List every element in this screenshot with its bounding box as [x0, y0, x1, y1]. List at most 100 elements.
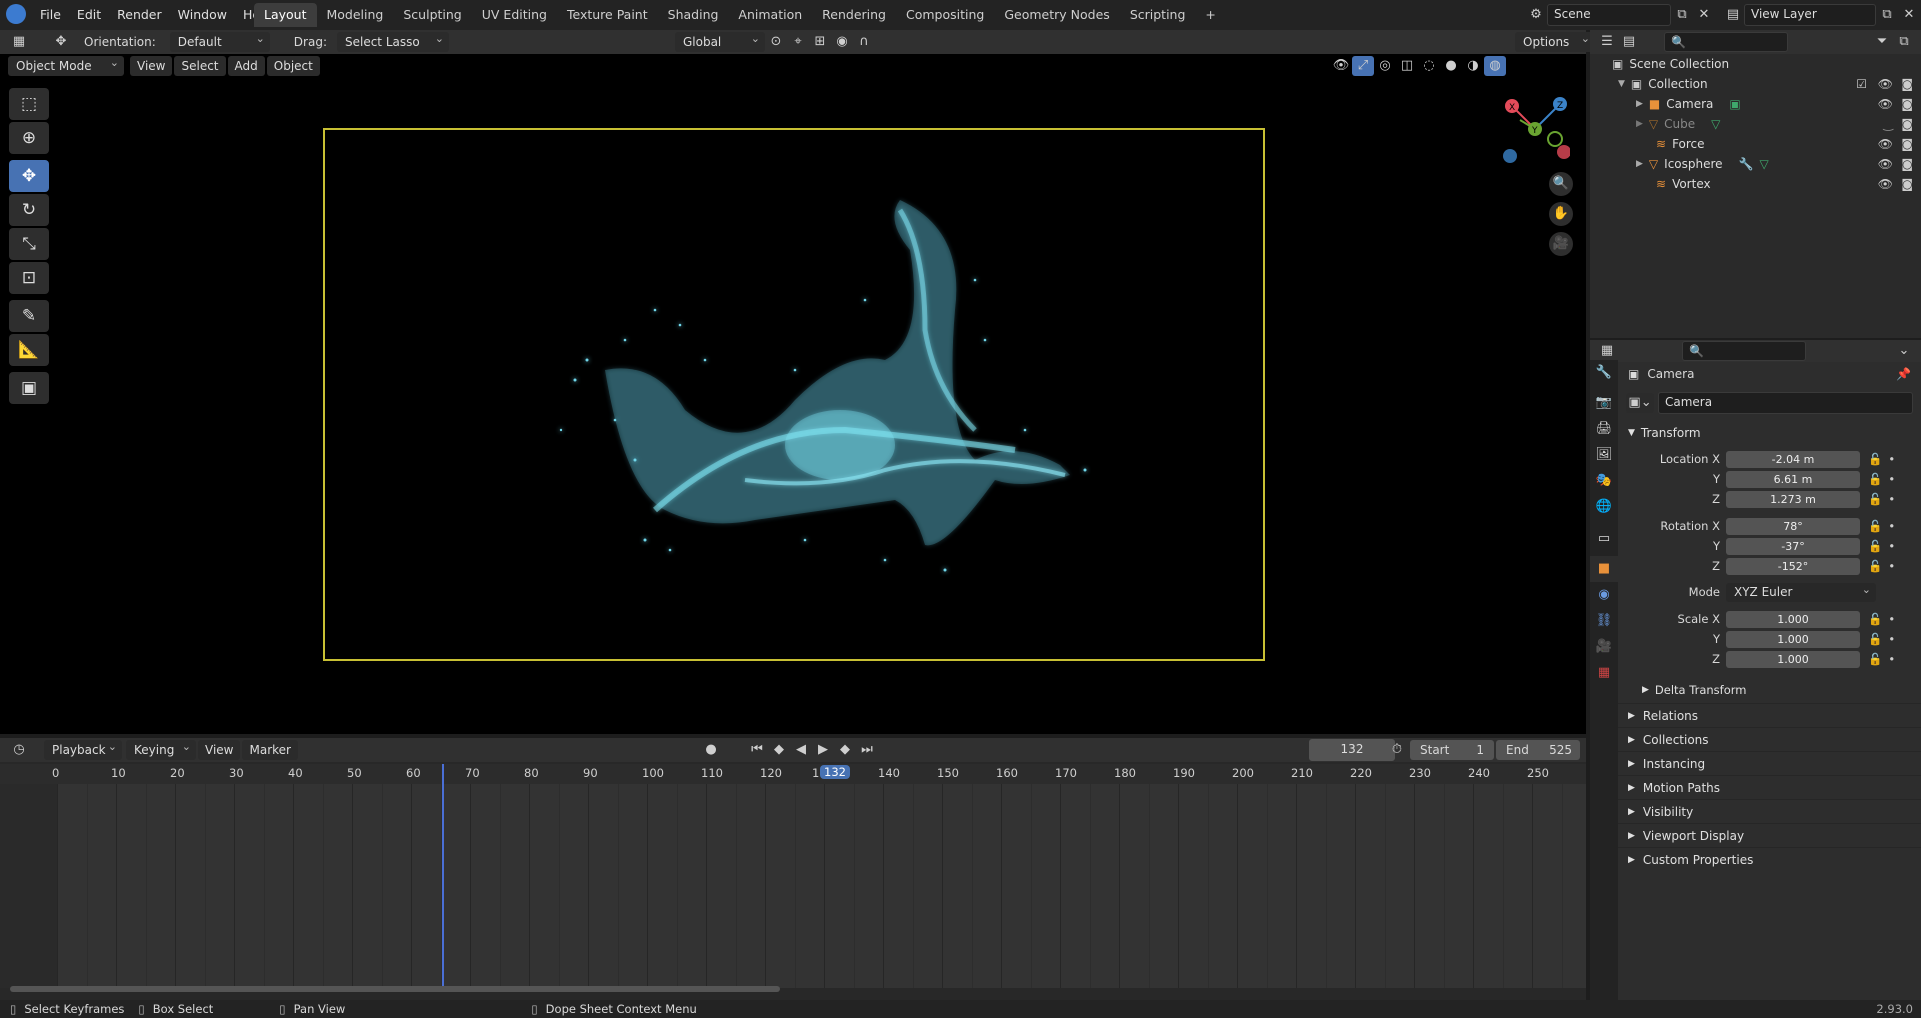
- timeline-scrollbar[interactable]: [10, 986, 780, 992]
- collection-row[interactable]: ▼ ▣ Collection ☑ 👁 ◙: [1590, 74, 1921, 94]
- select-tool-icon[interactable]: ⬚: [9, 88, 49, 120]
- keyframe-dot-icon[interactable]: •: [1888, 610, 1895, 629]
- keyframe-dot-icon[interactable]: •: [1888, 470, 1895, 489]
- xray-icon[interactable]: ◫: [1396, 56, 1418, 76]
- tab-geometry-nodes[interactable]: Geometry Nodes: [994, 3, 1119, 27]
- rotation-z-field[interactable]: -152°: [1726, 558, 1860, 575]
- camera-view-icon[interactable]: 🎥: [1549, 232, 1573, 256]
- expand-arrow-icon[interactable]: ▶: [1636, 114, 1643, 134]
- navigation-gizmo[interactable]: X Z Y: [1500, 94, 1571, 164]
- visibility-eye-icon[interactable]: 👁: [1878, 74, 1893, 94]
- playback-menu[interactable]: Playback: [44, 737, 122, 760]
- wireframe-shading-icon[interactable]: ◌: [1418, 56, 1440, 76]
- current-frame-marker[interactable]: 132: [820, 765, 850, 779]
- expand-arrow-icon[interactable]: ▶: [1636, 94, 1643, 114]
- physics-tab-icon[interactable]: ◉: [1590, 582, 1618, 608]
- expand-arrow-icon[interactable]: ▶: [1636, 154, 1643, 174]
- rendered-shading-icon[interactable]: ◍: [1484, 56, 1506, 76]
- properties-editor-icon[interactable]: ▦: [1596, 341, 1618, 361]
- delete-scene-icon[interactable]: ✕: [1693, 5, 1715, 25]
- rotation-mode-dropdown[interactable]: XYZ Euler: [1726, 580, 1876, 602]
- location-z-field[interactable]: 1.273 m: [1726, 491, 1860, 508]
- current-frame-field[interactable]: 132: [1309, 739, 1395, 761]
- tab-texture-paint[interactable]: Texture Paint: [557, 3, 658, 27]
- timeline-view-menu[interactable]: View: [198, 740, 241, 760]
- keyframe-dot-icon[interactable]: •: [1888, 490, 1895, 509]
- render-tab-icon[interactable]: 📷: [1590, 390, 1618, 416]
- lock-icon[interactable]: 🔓: [1868, 450, 1882, 469]
- view-layer-icon[interactable]: ▤: [1722, 5, 1744, 25]
- dope-sheet-area[interactable]: [57, 784, 1622, 988]
- snap-target-icon[interactable]: ⊞: [809, 32, 831, 52]
- render-camera-icon[interactable]: ◙: [1901, 174, 1913, 194]
- constraints-tab-icon[interactable]: ⛓: [1590, 608, 1618, 634]
- tab-scripting[interactable]: Scripting: [1120, 3, 1196, 27]
- new-view-layer-icon[interactable]: ⧉: [1876, 5, 1898, 25]
- outliner-search-input[interactable]: 🔍: [1664, 32, 1788, 52]
- properties-options-icon[interactable]: ⌄: [1893, 341, 1915, 361]
- scene-icon[interactable]: ⚙: [1525, 5, 1547, 25]
- outliner-item-cube[interactable]: ▶ ▽ Cube ▽ ‿ ◙: [1590, 114, 1921, 134]
- solid-shading-icon[interactable]: ●: [1440, 56, 1462, 76]
- cursor-tool-icon[interactable]: ⊕: [9, 122, 49, 154]
- play-reverse-icon[interactable]: ◀: [790, 740, 812, 760]
- blender-logo-icon[interactable]: [6, 4, 26, 24]
- custom-properties-panel-header[interactable]: ▶ Custom Properties: [1618, 847, 1921, 871]
- camera-data-tab-icon[interactable]: 🎥: [1590, 634, 1618, 660]
- tab-modeling[interactable]: Modeling: [317, 3, 394, 27]
- jump-start-icon[interactable]: ⏮: [746, 740, 768, 760]
- visibility-eye-icon[interactable]: 👁: [1878, 174, 1893, 194]
- timeline-editor[interactable]: ◷ Playback Keying View Marker ● ⏮ ◆ ◀ ▶ …: [0, 737, 1622, 1004]
- gizmo-toggle-icon[interactable]: ⤢: [1352, 56, 1374, 76]
- lock-icon[interactable]: 🔓: [1868, 610, 1882, 629]
- material-shading-icon[interactable]: ◑: [1462, 56, 1484, 76]
- mesh-data-icon[interactable]: ▽: [1711, 114, 1720, 134]
- scene-tab-icon[interactable]: 🎭: [1590, 468, 1618, 494]
- instancing-panel-header[interactable]: ▶ Instancing: [1618, 751, 1921, 775]
- auto-keying-icon[interactable]: ●: [700, 740, 722, 760]
- modifier-wrench-icon[interactable]: 🔧: [1739, 154, 1754, 174]
- display-mode-icon[interactable]: ▤: [1618, 32, 1640, 52]
- scene-collection-row[interactable]: ▣ Scene Collection: [1590, 54, 1921, 74]
- render-camera-icon[interactable]: ◙: [1901, 94, 1913, 114]
- outliner-item-force[interactable]: ≋ Force 👁 ◙: [1590, 134, 1921, 154]
- outliner-item-icosphere[interactable]: ▶ ▽ Icosphere 🔧 ▽ 👁 ◙: [1590, 154, 1921, 174]
- options-dropdown[interactable]: Options: [1515, 29, 1595, 52]
- new-scene-icon[interactable]: ⧉: [1671, 5, 1693, 25]
- menu-window[interactable]: Window: [170, 4, 235, 26]
- texture-tab-icon[interactable]: ▦: [1590, 660, 1618, 686]
- timeline-editor-type-icon[interactable]: ◷: [8, 740, 30, 760]
- tab-rendering[interactable]: Rendering: [812, 3, 896, 27]
- object-browse-icon[interactable]: ▣⌄: [1626, 393, 1654, 413]
- world-tab-icon[interactable]: 🌐: [1590, 494, 1618, 520]
- end-frame-field[interactable]: End 525: [1496, 740, 1580, 760]
- location-y-field[interactable]: 6.61 m: [1726, 471, 1860, 488]
- keyframe-dot-icon[interactable]: •: [1888, 557, 1895, 576]
- mesh-data-icon[interactable]: ▽: [1760, 154, 1769, 174]
- outliner-item-camera[interactable]: ▶ ■ Camera ▣ 👁 ◙: [1590, 94, 1921, 114]
- tool-tab-icon[interactable]: 🔧: [1590, 360, 1618, 386]
- rotation-y-field[interactable]: -37°: [1726, 538, 1860, 555]
- object-name-field[interactable]: Camera: [1658, 392, 1913, 414]
- marker-menu[interactable]: Marker: [242, 740, 298, 760]
- 3d-viewport[interactable]: Object Mode View Select Add Object 👁 ⤢ ◎…: [0, 53, 1586, 734]
- view-layer-field[interactable]: View Layer: [1744, 4, 1876, 26]
- menu-file[interactable]: File: [32, 4, 69, 26]
- falloff-icon[interactable]: ∩: [853, 32, 875, 52]
- lock-icon[interactable]: 🔓: [1868, 557, 1882, 576]
- keyframe-dot-icon[interactable]: •: [1888, 537, 1895, 556]
- transform-tool-icon[interactable]: ⊡: [9, 262, 49, 294]
- tab-uv-editing[interactable]: UV Editing: [472, 3, 557, 27]
- visibility-panel-header[interactable]: ▶ Visibility: [1618, 799, 1921, 823]
- render-camera-icon[interactable]: ◙: [1901, 74, 1913, 94]
- editor-type-icon[interactable]: ▦: [8, 32, 30, 52]
- view-layer-tab-icon[interactable]: 🖼: [1590, 442, 1618, 468]
- measure-tool-icon[interactable]: 📐: [9, 334, 49, 366]
- drag-dropdown[interactable]: Select Lasso: [336, 29, 449, 52]
- mode-dropdown[interactable]: Object Mode: [8, 53, 124, 76]
- tab-sculpting[interactable]: Sculpting: [393, 3, 471, 27]
- tab-animation[interactable]: Animation: [728, 3, 812, 27]
- transform-panel-header[interactable]: ▼ Transform: [1618, 422, 1921, 444]
- camera-data-icon[interactable]: ▣: [1729, 94, 1740, 114]
- menu-object[interactable]: Object: [266, 56, 320, 76]
